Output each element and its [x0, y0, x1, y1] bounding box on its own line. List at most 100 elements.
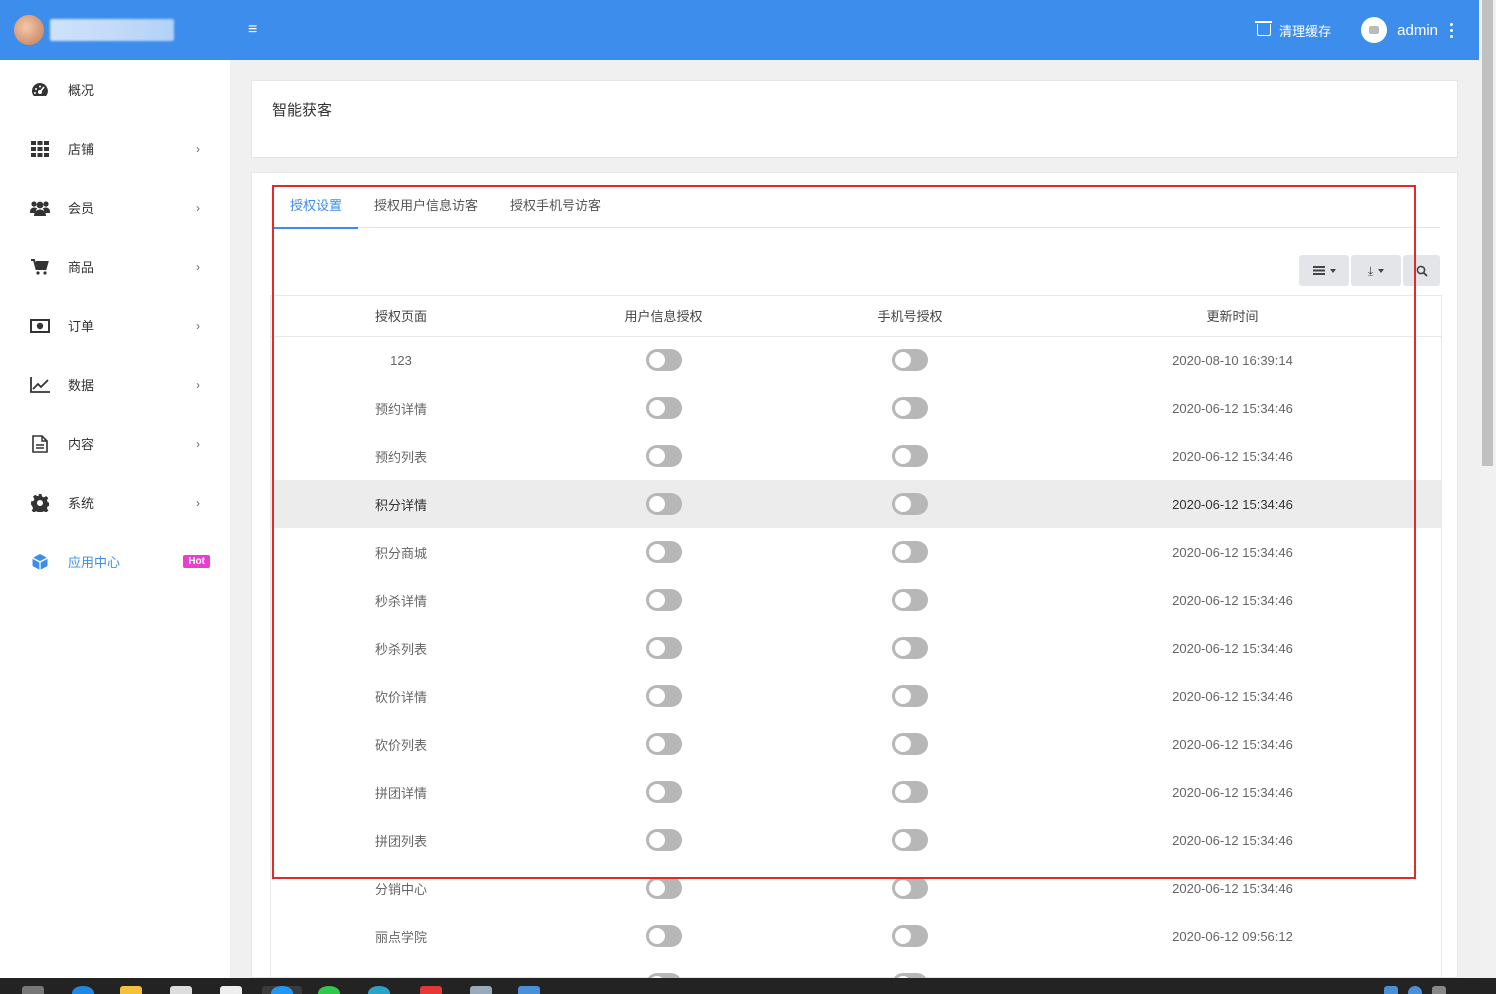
- page-name-cell: 砍价列表: [374, 737, 427, 753]
- export-button[interactable]: ⤓: [1351, 255, 1401, 286]
- updated-time-cell: 2020-06-12 15:34:46: [1172, 880, 1293, 896]
- user-info-auth-toggle[interactable]: [645, 637, 682, 659]
- page-title: 智能获客: [272, 102, 333, 119]
- sidebar-item-label: 订单: [68, 319, 95, 334]
- phone-auth-toggle[interactable]: [892, 349, 928, 372]
- user-info-auth-toggle[interactable]: [645, 541, 682, 563]
- sidebar-item-label: 内容: [68, 437, 95, 452]
- sidebar-item-system[interactable]: 系统 ›: [0, 473, 230, 532]
- main-card: 授权设置 授权用户信息访客 授权手机号访客 ⤓ 授权页面 用户信息授权 手机号授: [251, 172, 1458, 980]
- tab-user-info-visitors[interactable]: 授权用户信息访客: [358, 187, 494, 227]
- updated-time-cell: 2020-06-12 15:34:46: [1172, 400, 1293, 416]
- taskbar-app-icon[interactable]: [420, 986, 442, 994]
- gear-icon: [30, 493, 50, 512]
- updated-time-cell: 2020-06-12 09:51:46: [1024, 960, 1441, 980]
- user-info-auth-toggle[interactable]: [645, 445, 682, 467]
- page-name-cell: 拼团详情: [374, 785, 427, 801]
- sidebar-item-orders[interactable]: 订单 ›: [0, 296, 230, 355]
- tab-auth-settings[interactable]: 授权设置: [274, 187, 359, 229]
- taskbar-app-icon[interactable]: [22, 986, 44, 994]
- phone-auth-toggle[interactable]: [892, 829, 928, 851]
- user-menu[interactable]: admin: [1361, 17, 1438, 43]
- columns-toggle-button[interactable]: [1299, 255, 1349, 286]
- user-info-auth-toggle[interactable]: [645, 589, 682, 611]
- phone-auth-toggle[interactable]: [892, 493, 928, 515]
- column-header[interactable]: 授权页面: [271, 296, 531, 337]
- chevron-right-icon: ›: [196, 377, 200, 392]
- browser-icon[interactable]: [271, 986, 293, 994]
- sidebar-item-products[interactable]: 商品 ›: [0, 237, 230, 296]
- search-button[interactable]: [1403, 255, 1440, 286]
- sidebar-item-data[interactable]: 数据 ›: [0, 355, 230, 414]
- more-vertical-icon[interactable]: [1450, 22, 1453, 38]
- chevron-right-icon: ›: [196, 495, 200, 510]
- phone-auth-toggle[interactable]: [892, 637, 928, 659]
- taskbar-app-icon[interactable]: [220, 986, 242, 994]
- phone-auth-toggle[interactable]: [892, 925, 928, 947]
- chat-app-icon[interactable]: [318, 986, 340, 994]
- user-info-auth-toggle[interactable]: [645, 925, 682, 947]
- page-name-cell: 案例: [271, 960, 531, 980]
- tray-icon[interactable]: [1408, 986, 1422, 994]
- sidebar-item-overview[interactable]: 概况: [0, 60, 230, 119]
- user-info-auth-toggle[interactable]: [645, 829, 682, 851]
- user-info-auth-toggle[interactable]: [645, 493, 682, 515]
- scrollbar-thumb[interactable]: [1482, 0, 1493, 466]
- tray-icon[interactable]: [1384, 986, 1398, 994]
- taskbar-app-icon[interactable]: [170, 986, 192, 994]
- user-info-auth-toggle[interactable]: [645, 349, 682, 372]
- updated-time-cell: 2020-06-12 15:34:46: [1172, 784, 1293, 800]
- page-title-card: 智能获客: [251, 80, 1458, 158]
- user-info-auth-toggle[interactable]: [645, 877, 682, 899]
- taskbar-app-icon[interactable]: [518, 986, 540, 994]
- sidebar-item-members[interactable]: 会员 ›: [0, 178, 230, 237]
- page-name-cell: 丽点学院: [374, 929, 427, 945]
- money-icon: [30, 317, 50, 335]
- tab-phone-visitors[interactable]: 授权手机号访客: [494, 187, 617, 227]
- page-name-cell: 秒杀详情: [374, 593, 427, 609]
- user-info-auth-toggle[interactable]: [645, 685, 682, 707]
- taskbar-app-icon[interactable]: [72, 986, 94, 994]
- updated-time-cell: 2020-06-12 15:34:46: [1172, 592, 1293, 608]
- phone-auth-toggle[interactable]: [892, 733, 928, 755]
- chevron-right-icon: ›: [196, 318, 200, 333]
- phone-auth-toggle[interactable]: [892, 877, 928, 899]
- user-info-auth-toggle[interactable]: [645, 397, 682, 419]
- dashboard-icon: [30, 81, 50, 99]
- page-scrollbar[interactable]: [1479, 0, 1496, 978]
- column-header[interactable]: 更新时间: [1024, 296, 1441, 337]
- table-row: 秒杀列表 2020-06-12 15:34:46: [271, 624, 1441, 672]
- phone-auth-toggle[interactable]: [892, 685, 928, 707]
- table-header-row: 授权页面 用户信息授权 手机号授权 更新时间: [271, 296, 1441, 337]
- user-info-auth-toggle[interactable]: [645, 781, 682, 803]
- phone-auth-toggle[interactable]: [892, 541, 928, 563]
- phone-auth-toggle[interactable]: [892, 445, 928, 467]
- taskbar-app-icon[interactable]: [470, 986, 492, 994]
- chevron-right-icon: ›: [196, 141, 200, 156]
- sidebar-item-label: 应用中心: [68, 555, 121, 570]
- column-header[interactable]: 用户信息授权: [531, 296, 796, 337]
- user-info-auth-toggle[interactable]: [645, 733, 682, 755]
- tray-icon[interactable]: [1432, 986, 1446, 994]
- document-icon: [30, 434, 50, 453]
- sidebar-item-label: 商品: [68, 260, 95, 275]
- chevron-right-icon: ›: [196, 436, 200, 451]
- clear-cache-button[interactable]: 清理缓存: [1255, 21, 1331, 40]
- phone-auth-toggle[interactable]: [892, 589, 928, 611]
- sidebar-item-app-center[interactable]: 应用中心 Hot: [0, 532, 230, 591]
- line-chart-icon: [30, 376, 50, 394]
- folder-icon[interactable]: [120, 986, 142, 994]
- phone-auth-toggle[interactable]: [892, 781, 928, 803]
- column-header[interactable]: 手机号授权: [796, 296, 1024, 337]
- updated-time-cell: 2020-06-12 15:34:46: [1172, 448, 1293, 464]
- sidebar-item-store[interactable]: 店铺 ›: [0, 119, 230, 178]
- taskbar-app-icon[interactable]: [368, 986, 390, 994]
- brand[interactable]: [0, 0, 230, 60]
- hamburger-icon[interactable]: ≡: [248, 21, 257, 39]
- table-row-hovered: 积分详情 2020-06-12 15:34:46: [271, 480, 1441, 528]
- sidebar-item-content[interactable]: 内容 ›: [0, 414, 230, 473]
- phone-auth-toggle[interactable]: [892, 397, 928, 419]
- table-row: 123 2020-08-10 16:39:14: [271, 336, 1441, 384]
- updated-time-cell: 2020-06-12 15:34:46: [1172, 832, 1293, 848]
- basket-icon: [1255, 21, 1273, 36]
